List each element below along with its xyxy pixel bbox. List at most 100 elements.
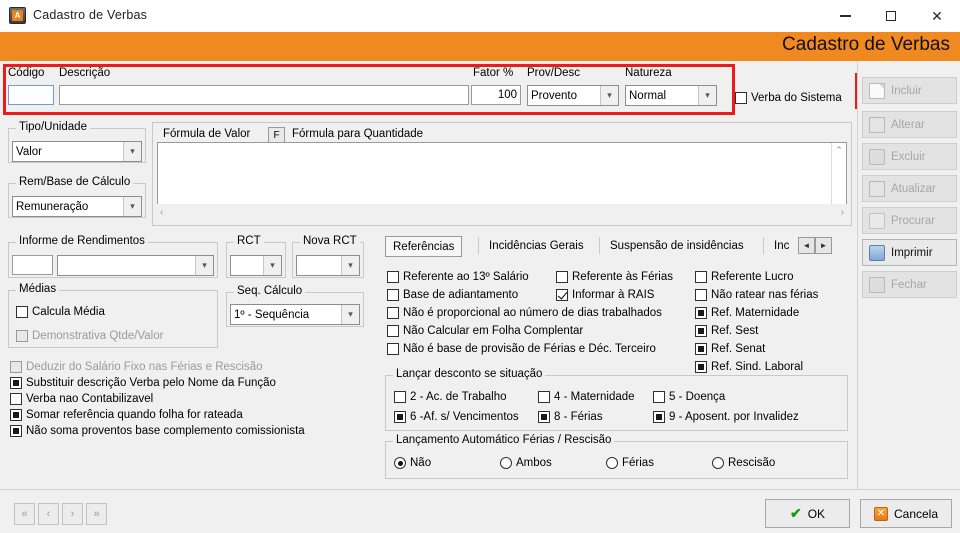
checkbox-label: Não é proporcional ao número de dias tra… [403,307,662,319]
fechar-button[interactable]: Fechar [862,271,957,298]
button-label: Incluir [891,84,922,97]
nao-base-provisao-checkbox[interactable]: Não é base de provisão de Férias e Déc. … [387,343,656,355]
option-somar-referencia[interactable]: Somar referência quando folha for ratead… [10,409,243,421]
verba-do-sistema-checkbox[interactable]: Verba do Sistema [735,92,842,104]
checkbox-label: Ref. Senat [711,343,766,355]
radio-rescisao[interactable]: Rescisão [712,457,775,469]
nav-last-button[interactable]: » [86,503,107,525]
radio-ferias[interactable]: Férias [606,457,654,469]
nao-ratear-ferias-checkbox[interactable]: Não ratear nas férias [695,289,818,301]
natureza-select[interactable]: Normal ▾ [625,85,717,106]
calcula-media-label: Calcula Média [32,306,105,318]
desconto-af-vencimentos-checkbox[interactable]: 6 -Af. s/ Vencimentos [394,411,519,423]
informar-rais-checkbox[interactable]: Informar à RAIS [556,289,654,301]
fator-label: Fator % [473,67,514,79]
tipo-unidade-label: Tipo/Unidade [16,121,90,133]
tab-incidencias-gerais[interactable]: Incidências Gerais [482,236,591,257]
refresh-icon [869,180,885,197]
descricao-input[interactable] [59,85,469,105]
chevron-down-icon: ▾ [341,256,359,275]
tipo-unidade-select[interactable]: Valor ▾ [12,141,142,162]
nova-rct-select[interactable]: ▾ [296,255,360,276]
checkbox-box [695,361,707,373]
checkbox-box [16,306,28,318]
minimize-button[interactable] [822,0,868,32]
desconto-aposent-invalidez-checkbox[interactable]: 9 - Aposent. por Invalidez [653,411,799,423]
chevron-down-icon: ▾ [263,256,281,275]
ref-senat-checkbox[interactable]: Ref. Senat [695,343,765,355]
informe-code-input[interactable] [12,255,53,275]
nav-first-button[interactable]: « [14,503,35,525]
ref-sest-checkbox[interactable]: Ref. Sest [695,325,758,337]
fator-input[interactable] [471,85,521,105]
checkbox-box [735,92,747,104]
tab-referencias[interactable]: Referências [385,236,463,257]
checkbox-label: 5 - Doença [669,391,726,403]
tab-suspensao-insidencias[interactable]: Suspensão de insidências [603,236,751,257]
nav-next-button[interactable]: › [62,503,83,525]
printer-icon [869,244,885,261]
atualizar-button[interactable]: Atualizar [862,175,957,202]
tab-inc-partial[interactable]: Inc [767,236,796,257]
ok-label: OK [807,506,826,521]
checkbox-box [10,409,22,421]
cancel-button[interactable]: ✕ Cancela [860,499,952,528]
nao-calcular-folha-complementar-checkbox[interactable]: Não Calcular em Folha Complentar [387,325,583,337]
informe-select[interactable]: ▾ [57,255,214,276]
alterar-button[interactable]: Alterar [862,111,957,138]
chevron-down-icon: ▾ [341,305,359,324]
option-substituir-descricao[interactable]: Substituir descrição Verba pelo Nome da … [10,377,276,389]
rem-base-value: Remuneração [16,200,89,213]
nav-prev-button[interactable]: ‹ [38,503,59,525]
demonstrativa-checkbox: Demonstrativa Qtde/Valor [16,330,163,342]
seq-calculo-select[interactable]: 1º - Sequência ▾ [230,304,360,325]
radio-label: Ambos [516,457,552,469]
ref-13-salario-checkbox[interactable]: Referente ao 13º Salário [387,271,529,283]
seq-calculo-value: 1º - Sequência [234,308,310,321]
excluir-button[interactable]: Excluir [862,143,957,170]
desconto-ferias-checkbox[interactable]: 8 - Férias [538,411,603,423]
ok-button[interactable]: ✔ OK [765,499,850,528]
incluir-button[interactable]: Incluir [862,77,957,104]
window-title: Cadastro de Verbas [33,8,148,22]
radio-circle [606,457,618,469]
ref-sind-laboral-checkbox[interactable]: Ref. Sind. Laboral [695,361,803,373]
tab-prev-icon[interactable]: ◄ [798,237,815,254]
checkbox-box [556,289,568,301]
desconto-doenca-checkbox[interactable]: 5 - Doença [653,391,725,403]
referente-lucro-checkbox[interactable]: Referente Lucro [695,271,793,283]
maximize-button[interactable] [868,0,914,32]
option-verba-nao-contabilizavel[interactable]: Verba nao Contabilizavel [10,393,153,405]
base-adiantamento-checkbox[interactable]: Base de adiantamento [387,289,518,301]
tab-next-icon[interactable]: ► [815,237,832,254]
window-controls: ✕ [822,0,960,32]
banner-title: Cadastro de Verbas [782,34,950,55]
imprimir-button[interactable]: Imprimir [862,239,957,266]
rct-select[interactable]: ▾ [230,255,282,276]
check-icon: ✔ [789,505,802,521]
option-nao-soma-proventos[interactable]: Não soma proventos base complemento comi… [10,425,305,437]
desconto-ac-trabalho-checkbox[interactable]: 2 - Ac. de Trabalho [394,391,507,403]
calcula-media-checkbox[interactable]: Calcula Média [16,306,105,318]
radio-nao[interactable]: Não [394,457,431,469]
ref-maternidade-checkbox[interactable]: Ref. Maternidade [695,307,799,319]
radio-ambos[interactable]: Ambos [500,457,552,469]
checkbox-label: Referente às Férias [572,271,673,283]
checkbox-box [695,343,707,355]
nao-proporcional-dias-checkbox[interactable]: Não é proporcional ao número de dias tra… [387,307,662,319]
prov-desc-select[interactable]: Provento ▾ [527,85,619,106]
desconto-maternidade-checkbox[interactable]: 4 - Maternidade [538,391,635,403]
checkbox-box [695,271,707,283]
checkbox-label: 2 - Ac. de Trabalho [410,391,507,403]
close-button[interactable]: ✕ [914,0,960,32]
rem-base-select[interactable]: Remuneração ▾ [12,196,142,217]
button-label: Excluir [891,150,926,163]
codigo-input[interactable] [8,85,54,105]
checkbox-label: Não é base de provisão de Férias e Déc. … [403,343,656,355]
application-window: A Cadastro de Verbas ✕ Cadastro de Verba… [0,0,960,533]
cancel-label: Cancela [893,506,939,521]
procurar-button[interactable]: Procurar [862,207,957,234]
checkbox-box [387,307,399,319]
referente-ferias-checkbox[interactable]: Referente às Férias [556,271,673,283]
checkbox-box [695,307,707,319]
